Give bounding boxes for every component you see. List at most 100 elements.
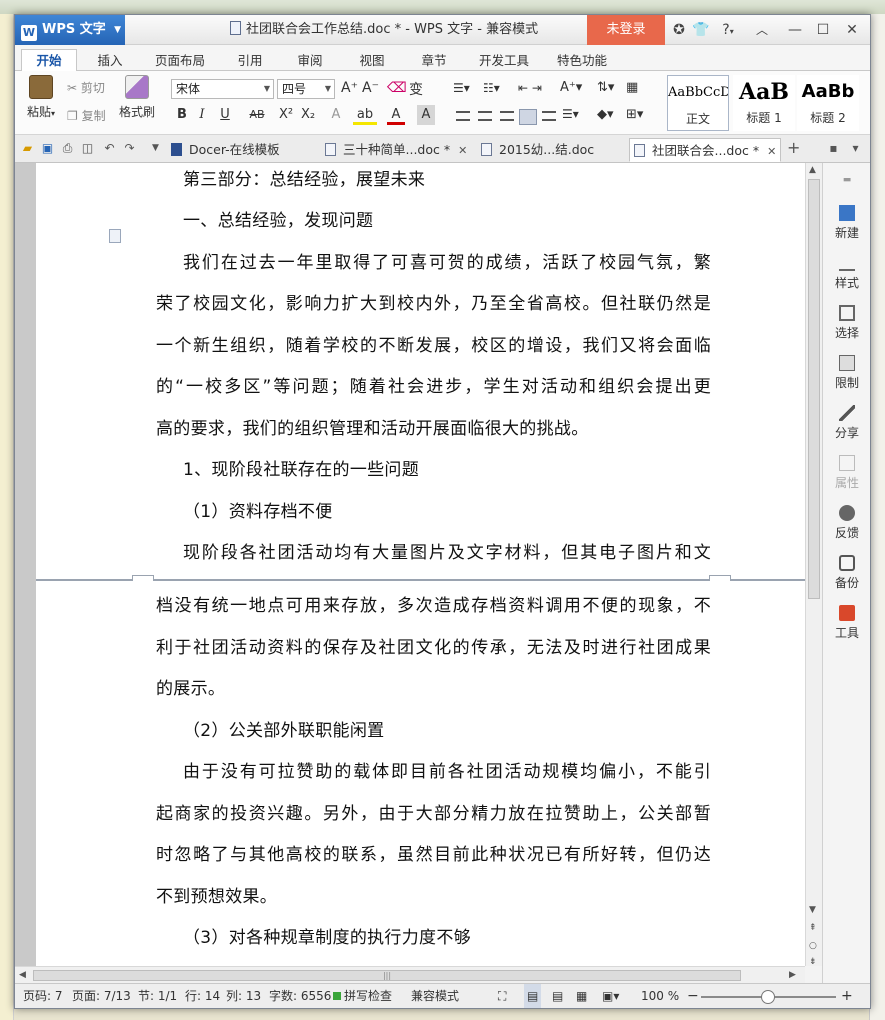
skin-icon[interactable]: ✪ — [669, 15, 689, 45]
text-line[interactable]: 1、现阶段社联存在的一些问题 — [183, 457, 738, 483]
text-line[interactable]: （2）公关部外联职能闲置 — [183, 718, 738, 744]
pane-select-button[interactable]: 选择 — [823, 305, 870, 341]
pane-share-button[interactable]: 分享 — [823, 405, 870, 441]
zoom-in-icon[interactable]: + — [841, 984, 853, 1008]
subscript-icon[interactable]: X₂ — [299, 105, 317, 125]
zoom-slider-thumb[interactable] — [761, 990, 775, 1004]
print-preview-icon[interactable]: ◫ — [81, 141, 94, 155]
style-heading-1[interactable]: AaB 标题 1 — [733, 75, 795, 131]
pane-backup-button[interactable]: 备份 — [823, 555, 870, 591]
table-icon[interactable]: ▦ — [626, 80, 638, 95]
text-line[interactable]: 荣了校园文化，影响力扩大到校内外，乃至全省高校。但社联仍然是 — [156, 291, 711, 317]
clear-format-icon[interactable]: ⌫ — [387, 80, 407, 96]
horizontal-scroll-thumb[interactable]: ||| — [33, 970, 741, 981]
text-line[interactable]: 第三部分：总结经验，展望未来 — [183, 167, 738, 193]
format-painter-button[interactable]: 格式刷 — [115, 75, 159, 120]
zoom-level[interactable]: 100 % — [641, 984, 679, 1008]
align-right-icon[interactable] — [500, 111, 514, 121]
print-icon[interactable]: ⎙ — [61, 141, 74, 155]
scroll-right-icon[interactable]: ▶ — [789, 970, 796, 980]
paragraph-layout-icon[interactable] — [109, 229, 121, 243]
save-icon[interactable]: ▣ — [41, 141, 54, 155]
maximize-button[interactable]: ☐ — [811, 15, 835, 45]
tab-developer[interactable]: 开发工具 — [471, 50, 537, 71]
text-line[interactable]: 起商家的投资兴趣。另外，由于大部分精力放在拉赞助上，公关部暂 — [156, 801, 711, 827]
new-tab-icon[interactable]: + — [787, 140, 800, 156]
vertical-scroll-thumb[interactable] — [808, 179, 820, 599]
collapse-ribbon-icon[interactable]: ︿ — [750, 15, 774, 45]
redo-icon[interactable]: ↷ — [123, 141, 136, 155]
doc-tab-active[interactable]: 社团联合会...doc * ✕ — [629, 138, 781, 162]
pane-feedback-button[interactable]: 反馈 — [823, 505, 870, 541]
reading-view-icon[interactable]: ▣▾ — [602, 984, 619, 1008]
undo-icon[interactable]: ↶ — [103, 141, 116, 155]
scroll-left-icon[interactable]: ◀ — [19, 970, 26, 980]
app-menu-button[interactable]: W WPS 文字 ▼ — [15, 15, 125, 45]
chinese-layout-icon[interactable]: A⁺▾ — [560, 80, 582, 95]
paste-button[interactable]: 粘贴▾ — [21, 75, 61, 120]
line-spacing-icon[interactable]: ☰▾ — [562, 107, 579, 121]
char-shading-icon[interactable]: A — [417, 105, 435, 125]
tab-insert[interactable]: 插入 — [85, 50, 135, 71]
borders-icon[interactable]: ⊞▾ — [626, 107, 643, 122]
shading-icon[interactable]: ◆▾ — [597, 107, 614, 122]
text-line[interactable]: 现阶段各社团活动均有大量图片及文字材料，但其电子图片和文 — [183, 540, 711, 566]
web-view-icon[interactable]: ▦ — [576, 984, 587, 1008]
text-line[interactable]: 一个新生组织，随着学校的不断发展，校区的增设，我们又将会面临 — [156, 333, 711, 359]
text-line[interactable]: 我们在过去一年里取得了可喜可贺的成绩，活跃了校园气氛，繁 — [183, 250, 711, 276]
minimize-button[interactable]: — — [783, 15, 807, 45]
text-line[interactable]: 利于社团活动资料的保存及社团文化的传承，无法及时进行社团成果 — [156, 635, 711, 661]
vertical-scrollbar[interactable]: ▲ ▼ ⇞ ○ ⇟ — [805, 163, 822, 967]
tab-list-icon[interactable]: ▪ — [827, 141, 840, 155]
doc-tab-3[interactable]: 2015幼...结.doc — [477, 138, 627, 162]
tab-menu-icon[interactable]: ▾ — [849, 141, 862, 155]
prev-page-icon[interactable]: ⇞ — [809, 923, 817, 933]
font-color-icon[interactable]: A — [387, 105, 405, 125]
fullscreen-view-icon[interactable]: ⛶ — [498, 984, 506, 1008]
text-line[interactable]: 的展示。 — [156, 676, 711, 702]
quick-access-dropdown-icon[interactable]: ▼ — [149, 141, 162, 155]
tab-view[interactable]: 视图 — [347, 50, 397, 71]
style-normal[interactable]: AaBbCcD 正文 — [667, 75, 729, 131]
pane-new-button[interactable]: 新建 — [823, 205, 870, 241]
highlight-icon[interactable]: ab — [353, 105, 377, 125]
close-button[interactable]: ✕ — [839, 15, 865, 45]
help-button[interactable]: ?▾ — [713, 15, 743, 45]
pane-restrict-button[interactable]: 限制 — [823, 355, 870, 391]
text-line[interactable]: 不到预想效果。 — [156, 884, 711, 910]
superscript-icon[interactable]: X² — [277, 105, 295, 125]
tab-references[interactable]: 引用 — [225, 50, 275, 71]
outline-view-icon[interactable]: ▤ — [552, 984, 563, 1008]
shirt-icon[interactable]: 👕 — [691, 15, 711, 45]
text-line[interactable]: 一、总结经验，发现问题 — [183, 208, 738, 234]
page-view-icon[interactable]: ▤ — [524, 984, 542, 1008]
copy-button[interactable]: ❐ 复制 — [67, 107, 106, 124]
bullets-icon[interactable]: ☰▾ — [453, 81, 470, 95]
justify-icon[interactable] — [519, 109, 537, 125]
close-tab-icon[interactable]: ✕ — [767, 145, 776, 158]
document-canvas[interactable]: 第三部分：总结经验，展望未来 一、总结经验，发现问题 我们在过去一年里取得了可喜… — [15, 163, 805, 966]
doc-tab-docer[interactable]: Docer-在线模板 — [167, 138, 317, 162]
text-line[interactable]: 由于没有可拉赞助的载体即目前各社团活动规模均偏小，不能引 — [183, 759, 711, 785]
text-line[interactable]: 档没有统一地点可用来存放，多次造成存档资料调用不便的现象，不 — [156, 593, 711, 619]
pane-tools-button[interactable]: 工具 — [823, 605, 870, 641]
phonetic-guide-icon[interactable]: 变 — [409, 79, 423, 99]
spell-check-button[interactable]: 拼写检查 — [333, 984, 392, 1008]
next-page-icon[interactable]: ⇟ — [809, 957, 817, 967]
grow-font-icon[interactable]: A⁺ — [341, 80, 358, 96]
sort-icon[interactable]: ⇅▾ — [597, 80, 614, 95]
tab-special[interactable]: 特色功能 — [547, 50, 617, 71]
tab-page-layout[interactable]: 页面布局 — [145, 50, 215, 71]
zoom-out-icon[interactable]: − — [687, 984, 699, 1008]
text-line[interactable]: 高的要求，我们的组织管理和活动开展面临很大的挑战。 — [156, 416, 711, 442]
tab-home[interactable]: 开始 — [21, 49, 77, 72]
open-folder-icon[interactable]: ▰ — [21, 141, 34, 155]
style-heading-2[interactable]: AaBb 标题 2 — [797, 75, 859, 131]
text-line[interactable]: 的“一校多区”等问题；随着社会进步，学生对活动和组织会提出更 — [156, 374, 711, 400]
strikethrough-icon[interactable]: AB — [245, 105, 269, 125]
indent-icon[interactable]: ⇤ ⇥ — [518, 81, 542, 95]
shrink-font-icon[interactable]: A⁻ — [362, 80, 379, 96]
italic-icon[interactable]: I — [195, 105, 209, 125]
bold-icon[interactable]: B — [175, 105, 189, 125]
cut-button[interactable]: ✂ 剪切 — [67, 79, 105, 96]
